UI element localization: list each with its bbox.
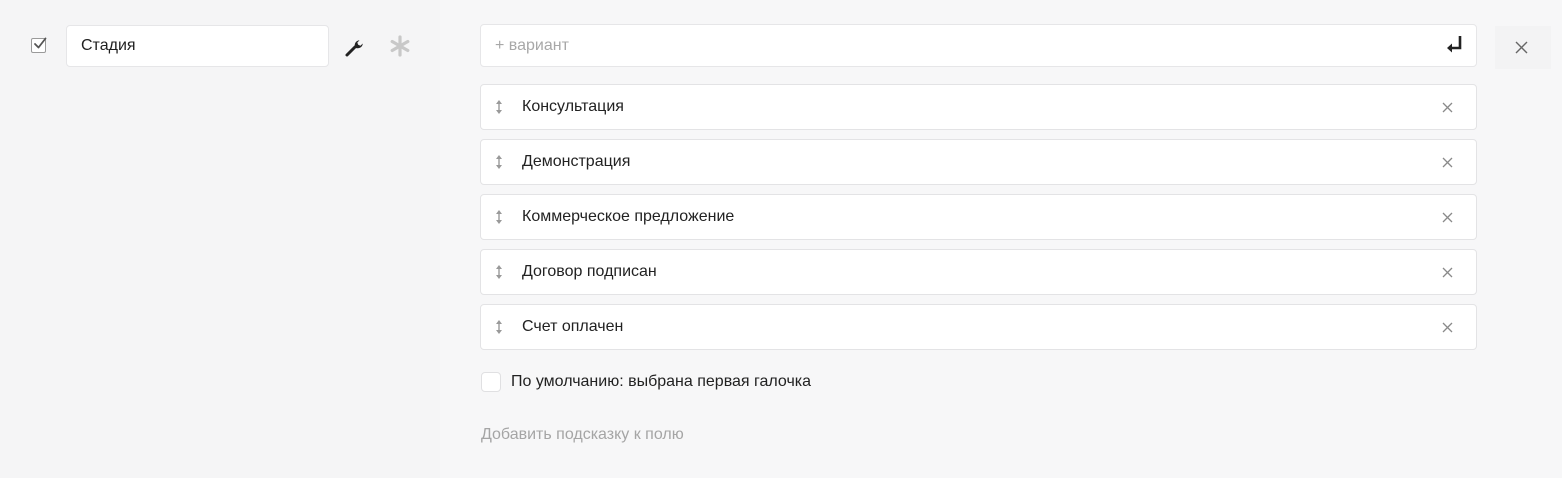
- wrench-icon[interactable]: [343, 36, 365, 58]
- option-label: Коммерческое предложение: [522, 208, 735, 225]
- remove-option-icon[interactable]: [1442, 102, 1453, 113]
- asterisk-icon[interactable]: [388, 34, 412, 58]
- remove-option-icon[interactable]: [1442, 267, 1453, 278]
- field-name-input[interactable]: Стадия: [66, 25, 329, 67]
- remove-option-icon[interactable]: [1442, 212, 1453, 223]
- field-enabled-checkbox[interactable]: [31, 37, 47, 53]
- default-first-checkbox[interactable]: [481, 372, 501, 392]
- list-item: Коммерческое предложение: [480, 194, 1477, 240]
- list-item: Консультация: [480, 84, 1477, 130]
- default-first-label: По умолчанию: выбрана первая галочка: [511, 373, 812, 390]
- option-label: Демонстрация: [522, 153, 631, 170]
- option-label: Договор подписан: [522, 263, 657, 280]
- option-label: Консультация: [522, 98, 624, 115]
- remove-option-icon[interactable]: [1442, 157, 1453, 168]
- field-settings-panel: [0, 0, 440, 478]
- add-variant-input[interactable]: + вариант: [480, 24, 1477, 67]
- drag-handle-icon[interactable]: [494, 263, 504, 281]
- remove-option-icon[interactable]: [1442, 322, 1453, 333]
- close-icon[interactable]: [1514, 40, 1529, 55]
- list-item: Счет оплачен: [480, 304, 1477, 350]
- drag-handle-icon[interactable]: [494, 98, 504, 116]
- check-icon: [34, 37, 47, 49]
- drag-handle-icon[interactable]: [494, 318, 504, 336]
- add-hint-link[interactable]: Добавить подсказку к полю: [481, 425, 684, 445]
- enter-icon[interactable]: [1444, 33, 1466, 55]
- drag-handle-icon[interactable]: [494, 153, 504, 171]
- list-item: Договор подписан: [480, 249, 1477, 295]
- list-item: Демонстрация: [480, 139, 1477, 185]
- option-label: Счет оплачен: [522, 318, 624, 335]
- drag-handle-icon[interactable]: [494, 208, 504, 226]
